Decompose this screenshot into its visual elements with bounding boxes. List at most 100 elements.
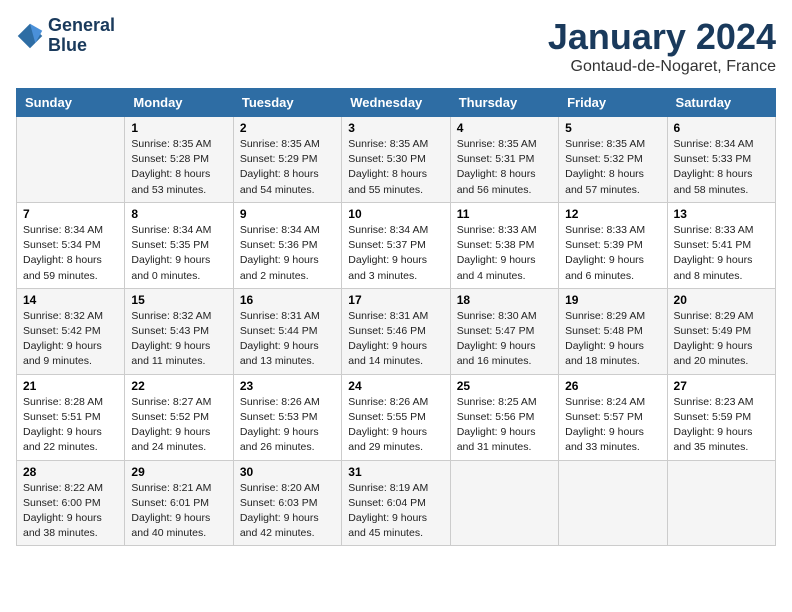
calendar-cell: 12 Sunrise: 8:33 AMSunset: 5:39 PMDayligh…: [559, 202, 667, 288]
day-header-saturday: Saturday: [667, 89, 775, 117]
logo: General Blue: [16, 16, 115, 56]
calendar-cell: 2 Sunrise: 8:35 AMSunset: 5:29 PMDaylight…: [233, 117, 341, 203]
day-info: Sunrise: 8:26 AMSunset: 5:55 PMDaylight:…: [348, 395, 443, 456]
calendar-cell: 18 Sunrise: 8:30 AMSunset: 5:47 PMDayligh…: [450, 288, 558, 374]
calendar-cell: 10 Sunrise: 8:34 AMSunset: 5:37 PMDayligh…: [342, 202, 450, 288]
day-number: 1: [131, 121, 226, 135]
day-number: 25: [457, 379, 552, 393]
calendar-cell: 24 Sunrise: 8:26 AMSunset: 5:55 PMDayligh…: [342, 374, 450, 460]
day-number: 4: [457, 121, 552, 135]
day-info: Sunrise: 8:34 AMSunset: 5:34 PMDaylight:…: [23, 223, 118, 284]
calendar-cell: 16Sunrise: 8:31 AMSunset: 5:44 PMDayligh…: [233, 288, 341, 374]
calendar-cell: 14 Sunrise: 8:32 AMSunset: 5:42 PMDayligh…: [17, 288, 125, 374]
week-row-3: 14 Sunrise: 8:32 AMSunset: 5:42 PMDayligh…: [17, 288, 776, 374]
day-info: Sunrise: 8:34 AMSunset: 5:36 PMDaylight:…: [240, 223, 335, 284]
calendar-cell: [450, 460, 558, 546]
day-number: 26: [565, 379, 660, 393]
month-title: January 2024: [548, 16, 776, 58]
calendar-cell: 3 Sunrise: 8:35 AMSunset: 5:30 PMDaylight…: [342, 117, 450, 203]
calendar-cell: 5 Sunrise: 8:35 AMSunset: 5:32 PMDaylight…: [559, 117, 667, 203]
day-info: Sunrise: 8:35 AMSunset: 5:31 PMDaylight:…: [457, 137, 552, 198]
day-info: Sunrise: 8:34 AMSunset: 5:37 PMDaylight:…: [348, 223, 443, 284]
day-info: Sunrise: 8:29 AMSunset: 5:49 PMDaylight:…: [674, 309, 769, 370]
day-info: Sunrise: 8:28 AMSunset: 5:51 PMDaylight:…: [23, 395, 118, 456]
day-number: 22: [131, 379, 226, 393]
day-number: 18: [457, 293, 552, 307]
day-info: Sunrise: 8:35 AMSunset: 5:32 PMDaylight:…: [565, 137, 660, 198]
day-number: 14: [23, 293, 118, 307]
day-number: 13: [674, 207, 769, 221]
day-number: 15: [131, 293, 226, 307]
week-row-2: 7 Sunrise: 8:34 AMSunset: 5:34 PMDaylight…: [17, 202, 776, 288]
day-info: Sunrise: 8:27 AMSunset: 5:52 PMDaylight:…: [131, 395, 226, 456]
calendar-cell: 20Sunrise: 8:29 AMSunset: 5:49 PMDayligh…: [667, 288, 775, 374]
calendar-cell: 8 Sunrise: 8:34 AMSunset: 5:35 PMDaylight…: [125, 202, 233, 288]
calendar-cell: 11 Sunrise: 8:33 AMSunset: 5:38 PMDayligh…: [450, 202, 558, 288]
day-info: Sunrise: 8:33 AMSunset: 5:38 PMDaylight:…: [457, 223, 552, 284]
week-row-4: 21 Sunrise: 8:28 AMSunset: 5:51 PMDayligh…: [17, 374, 776, 460]
calendar-cell: 7 Sunrise: 8:34 AMSunset: 5:34 PMDaylight…: [17, 202, 125, 288]
calendar-cell: [559, 460, 667, 546]
day-info: Sunrise: 8:24 AMSunset: 5:57 PMDaylight:…: [565, 395, 660, 456]
day-info: Sunrise: 8:34 AMSunset: 5:35 PMDaylight:…: [131, 223, 226, 284]
calendar-table: SundayMondayTuesdayWednesdayThursdayFrid…: [16, 88, 776, 546]
day-info: Sunrise: 8:34 AMSunset: 5:33 PMDaylight:…: [674, 137, 769, 198]
day-number: 10: [348, 207, 443, 221]
logo-text: General Blue: [48, 16, 115, 56]
day-info: Sunrise: 8:31 AMSunset: 5:46 PMDaylight:…: [348, 309, 443, 370]
day-number: 5: [565, 121, 660, 135]
calendar-cell: 4 Sunrise: 8:35 AMSunset: 5:31 PMDaylight…: [450, 117, 558, 203]
week-row-5: 28Sunrise: 8:22 AMSunset: 6:00 PMDayligh…: [17, 460, 776, 546]
day-number: 21: [23, 379, 118, 393]
day-info: Sunrise: 8:19 AMSunset: 6:04 PMDaylight:…: [348, 481, 443, 542]
day-number: 12: [565, 207, 660, 221]
day-number: 29: [131, 465, 226, 479]
day-info: Sunrise: 8:35 AMSunset: 5:29 PMDaylight:…: [240, 137, 335, 198]
day-header-wednesday: Wednesday: [342, 89, 450, 117]
day-number: 30: [240, 465, 335, 479]
calendar-cell: 1 Sunrise: 8:35 AMSunset: 5:28 PMDaylight…: [125, 117, 233, 203]
day-number: 7: [23, 207, 118, 221]
day-number: 2: [240, 121, 335, 135]
calendar-cell: 26 Sunrise: 8:24 AMSunset: 5:57 PMDayligh…: [559, 374, 667, 460]
day-number: 8: [131, 207, 226, 221]
day-info: Sunrise: 8:32 AMSunset: 5:43 PMDaylight:…: [131, 309, 226, 370]
calendar-cell: 21 Sunrise: 8:28 AMSunset: 5:51 PMDayligh…: [17, 374, 125, 460]
day-number: 31: [348, 465, 443, 479]
calendar-cell: 22 Sunrise: 8:27 AMSunset: 5:52 PMDayligh…: [125, 374, 233, 460]
day-info: Sunrise: 8:35 AMSunset: 5:28 PMDaylight:…: [131, 137, 226, 198]
calendar-cell: 23Sunrise: 8:26 AMSunset: 5:53 PMDayligh…: [233, 374, 341, 460]
calendar-cell: 15 Sunrise: 8:32 AMSunset: 5:43 PMDayligh…: [125, 288, 233, 374]
day-info: Sunrise: 8:21 AMSunset: 6:01 PMDaylight:…: [131, 481, 226, 542]
day-info: Sunrise: 8:33 AMSunset: 5:41 PMDaylight:…: [674, 223, 769, 284]
calendar-cell: 19Sunrise: 8:29 AMSunset: 5:48 PMDayligh…: [559, 288, 667, 374]
logo-icon: [16, 22, 44, 50]
day-number: 27: [674, 379, 769, 393]
day-header-sunday: Sunday: [17, 89, 125, 117]
day-number: 9: [240, 207, 335, 221]
day-info: Sunrise: 8:35 AMSunset: 5:30 PMDaylight:…: [348, 137, 443, 198]
day-number: 24: [348, 379, 443, 393]
calendar-cell: 6 Sunrise: 8:34 AMSunset: 5:33 PMDaylight…: [667, 117, 775, 203]
day-info: Sunrise: 8:32 AMSunset: 5:42 PMDaylight:…: [23, 309, 118, 370]
day-info: Sunrise: 8:25 AMSunset: 5:56 PMDaylight:…: [457, 395, 552, 456]
day-info: Sunrise: 8:30 AMSunset: 5:47 PMDaylight:…: [457, 309, 552, 370]
calendar-cell: 13 Sunrise: 8:33 AMSunset: 5:41 PMDayligh…: [667, 202, 775, 288]
day-info: Sunrise: 8:29 AMSunset: 5:48 PMDaylight:…: [565, 309, 660, 370]
day-info: Sunrise: 8:23 AMSunset: 5:59 PMDaylight:…: [674, 395, 769, 456]
calendar-cell: 27 Sunrise: 8:23 AMSunset: 5:59 PMDayligh…: [667, 374, 775, 460]
calendar-cell: 28Sunrise: 8:22 AMSunset: 6:00 PMDayligh…: [17, 460, 125, 546]
day-header-friday: Friday: [559, 89, 667, 117]
calendar-cell: [667, 460, 775, 546]
day-number: 16: [240, 293, 335, 307]
calendar-cell: 9 Sunrise: 8:34 AMSunset: 5:36 PMDaylight…: [233, 202, 341, 288]
day-info: Sunrise: 8:20 AMSunset: 6:03 PMDaylight:…: [240, 481, 335, 542]
day-number: 17: [348, 293, 443, 307]
day-number: 11: [457, 207, 552, 221]
title-area: January 2024 Gontaud-de-Nogaret, France: [548, 16, 776, 76]
calendar-cell: 25 Sunrise: 8:25 AMSunset: 5:56 PMDayligh…: [450, 374, 558, 460]
day-number: 6: [674, 121, 769, 135]
header: General Blue January 2024 Gontaud-de-Nog…: [16, 16, 776, 76]
day-number: 3: [348, 121, 443, 135]
day-info: Sunrise: 8:33 AMSunset: 5:39 PMDaylight:…: [565, 223, 660, 284]
